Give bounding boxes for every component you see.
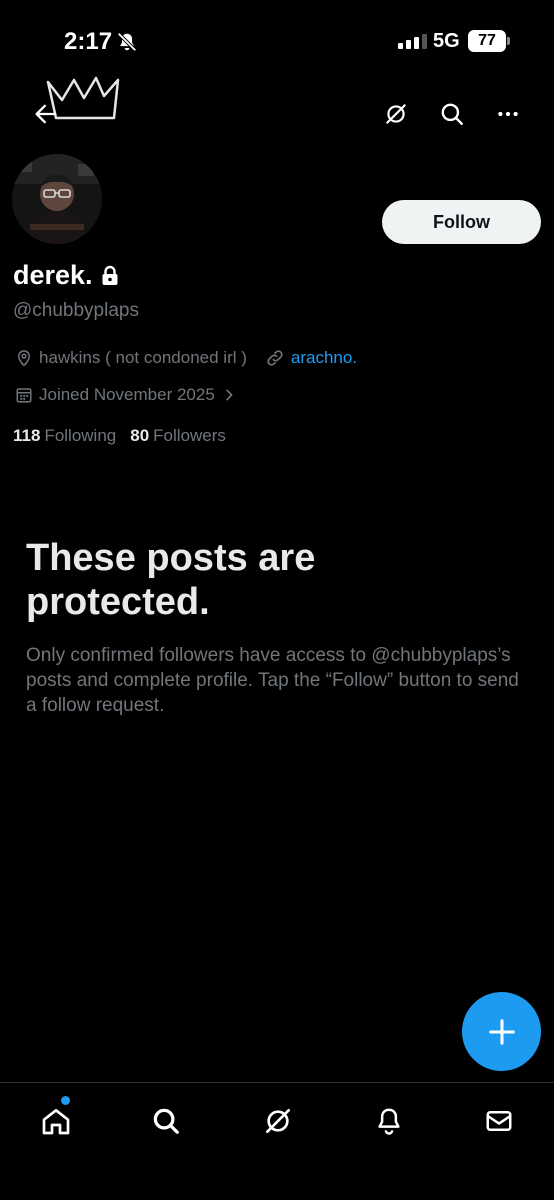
bottom-tab-bar	[0, 1082, 554, 1200]
calendar-icon	[16, 388, 32, 403]
search-icon	[441, 103, 463, 125]
avatar[interactable]	[12, 154, 102, 244]
network-label: 5G	[433, 30, 460, 52]
compose-button[interactable]	[462, 992, 541, 1071]
profile-location: hawkins ( not condoned irl )	[39, 348, 247, 367]
status-time: 2:17	[64, 28, 113, 55]
home-icon	[42, 1109, 70, 1135]
protected-title: These posts are protected.	[26, 537, 316, 623]
plus-icon	[488, 1018, 515, 1045]
following-count: 118	[13, 426, 41, 445]
battery-icon: 77	[468, 30, 506, 52]
more-button[interactable]	[490, 96, 526, 132]
tab-messages[interactable]	[479, 1101, 519, 1141]
protected-body: Only confirmed followers have access to …	[26, 645, 519, 716]
grok-icon	[386, 104, 406, 124]
signal-icon	[398, 34, 427, 49]
grok-button[interactable]	[378, 96, 414, 132]
tab-home[interactable]	[36, 1101, 76, 1141]
chevron-right-icon	[225, 389, 233, 401]
tab-search[interactable]	[146, 1101, 186, 1141]
more-icon	[498, 111, 518, 117]
mail-icon	[486, 1111, 512, 1131]
location-icon	[17, 350, 31, 367]
followers-count: 80	[130, 426, 150, 445]
profile-name-row: derek.	[13, 260, 119, 291]
followers-link[interactable]: 80 Followers	[130, 426, 226, 446]
following-link[interactable]: 118 Following	[13, 426, 116, 446]
profile-website-link[interactable]: arachno.	[291, 348, 357, 368]
bell-slash-icon	[117, 32, 137, 52]
home-notification-dot	[61, 1096, 70, 1105]
back-arrow-icon	[35, 104, 57, 124]
lock-icon	[102, 265, 118, 285]
battery-cap	[507, 37, 510, 45]
tab-notifications[interactable]	[369, 1101, 409, 1141]
follow-button[interactable]: Follow	[382, 200, 541, 244]
bell-icon	[378, 1108, 400, 1135]
tab-grok[interactable]	[258, 1101, 298, 1141]
profile-joined-row[interactable]: Joined November 2025	[15, 385, 243, 405]
search-icon	[153, 1108, 179, 1134]
followers-label: Followers	[153, 426, 226, 445]
follow-counts: 118 Following 80 Followers	[13, 426, 226, 446]
display-name: derek.	[13, 260, 93, 290]
avatar-image	[12, 154, 102, 244]
profile-meta-location-row: hawkins ( not condoned irl ) arachno.	[15, 348, 357, 368]
grok-icon	[266, 1109, 290, 1133]
following-label: Following	[44, 426, 117, 445]
link-icon	[267, 350, 283, 366]
search-button[interactable]	[434, 96, 470, 132]
profile-joined-date: Joined November 2025	[39, 385, 215, 404]
back-button[interactable]	[32, 98, 64, 130]
profile-handle: @chubbyplaps	[13, 300, 139, 321]
